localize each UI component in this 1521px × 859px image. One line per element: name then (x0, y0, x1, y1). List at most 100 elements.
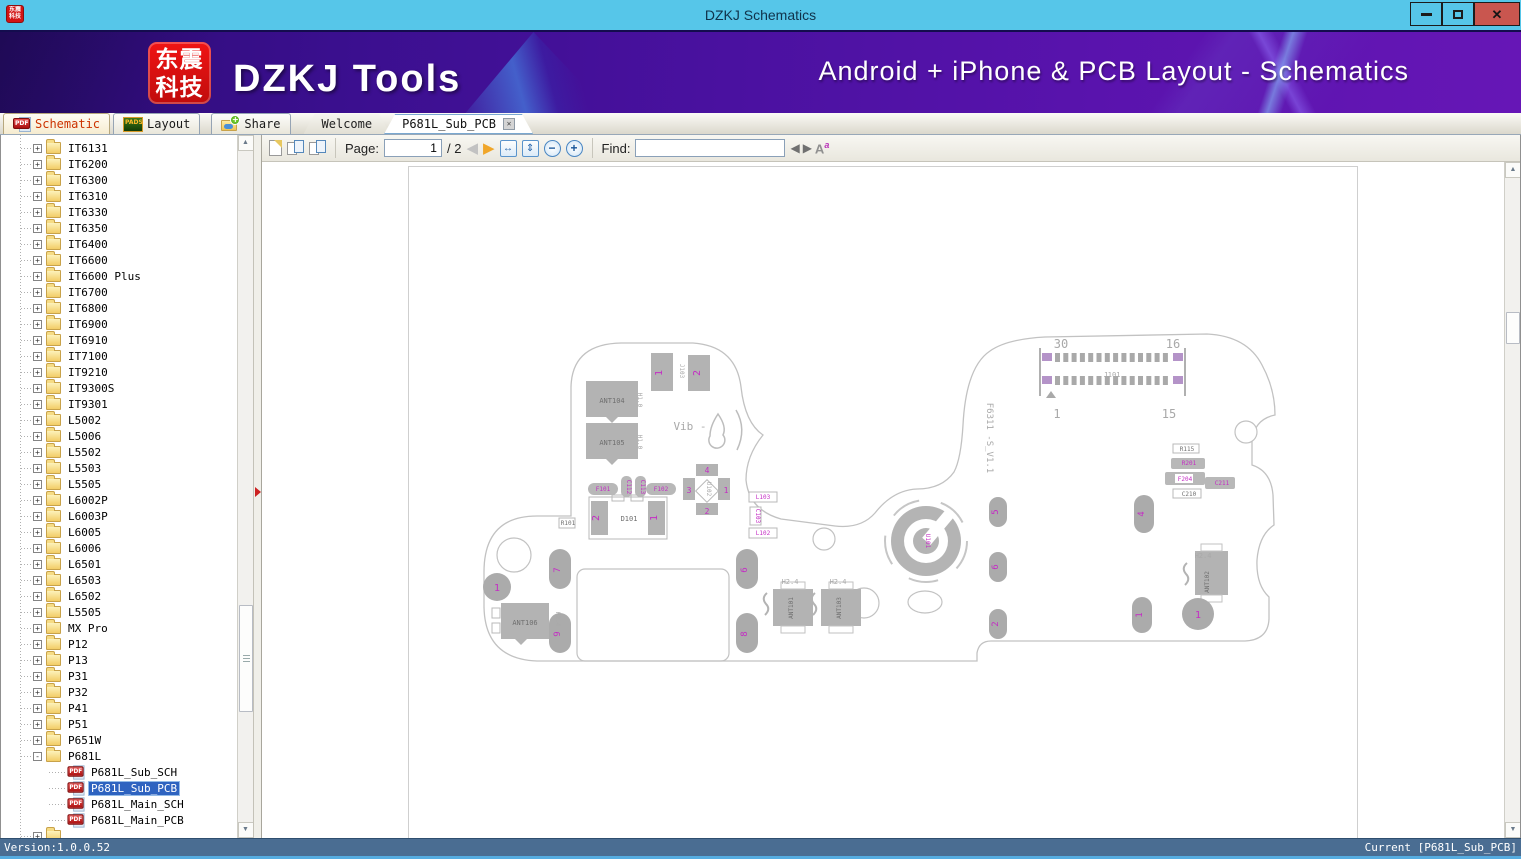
tree-item-folder[interactable]: + P12 (1, 635, 237, 652)
tab-schematic[interactable]: PDF Schematic (3, 113, 111, 134)
tree-item-folder[interactable]: + L5502 (1, 443, 237, 460)
tree-item-label[interactable]: IT6310 (66, 190, 110, 203)
doc-tab-welcome[interactable]: Welcome (304, 114, 391, 134)
tree-item-label[interactable]: L6006 (66, 542, 103, 555)
font-size-button[interactable]: Aa (815, 140, 829, 156)
tree-item-label[interactable]: P681L (66, 750, 103, 763)
tree-item-folder[interactable]: + IT6800 (1, 299, 237, 316)
expand-toggle-icon[interactable]: + (33, 271, 42, 281)
doc-tab-p681l-sub-pcb[interactable]: P681L_Sub_PCB ✕ (384, 114, 533, 134)
tree-item-folder[interactable]: + IT6700 (1, 283, 237, 300)
expand-toggle-icon[interactable]: + (33, 207, 42, 217)
scroll-up-button[interactable]: ▲ (237, 135, 254, 151)
tree-item-label[interactable]: L5503 (66, 462, 103, 475)
find-input[interactable] (635, 139, 786, 157)
tree-item-label[interactable]: MX Pro (66, 622, 110, 635)
expand-toggle-icon[interactable]: + (33, 191, 42, 201)
tree-item-folder[interactable]: + IT6600 (1, 251, 237, 268)
tree-item-label[interactable]: P681L_Main_SCH (89, 798, 186, 811)
tree-item-label[interactable]: P681L_Main_PCB (89, 814, 186, 827)
rotate-left-icon[interactable] (287, 140, 304, 156)
tree-item-label[interactable]: L6503 (66, 574, 103, 587)
tree-item-pdf[interactable]: PDF P681L_Sub_PCB (1, 780, 237, 796)
expand-toggle-icon[interactable]: + (33, 351, 42, 361)
tree-item-folder[interactable]: + L6503 (1, 571, 237, 588)
tree-item-label[interactable]: L6003P (66, 510, 110, 523)
tree-item-folder[interactable]: + P51 (1, 715, 237, 732)
pdf-page[interactable]: 30 16 J101 1 15 F6311 -S_V1.1 ANT104 H1.0 ANT105… (408, 166, 1358, 838)
tree-item-label[interactable]: P681L_Sub_SCH (89, 766, 179, 779)
tree-item-label[interactable]: IT6600 (66, 254, 110, 267)
tree-item-folder[interactable]: + IT9301 (1, 395, 237, 412)
tree-item-label[interactable]: IT6900 (66, 318, 110, 331)
collapse-arrow-icon[interactable] (255, 487, 261, 497)
document-scrollbar[interactable]: ▲ ▼ (1504, 162, 1520, 838)
fit-width-button[interactable]: ↔ (499, 139, 517, 157)
expand-toggle-icon[interactable]: + (33, 479, 42, 489)
tree-item-folder[interactable]: + IT6600 Plus (1, 267, 237, 284)
tree-item-label[interactable]: IT9300S (66, 382, 116, 395)
tree-item-folder[interactable]: + IT6330 (1, 203, 237, 220)
tree-item-folder[interactable]: + P32 (1, 683, 237, 700)
expand-toggle-icon[interactable]: + (33, 431, 42, 441)
tree-item-folder[interactable]: + L6005 (1, 523, 237, 540)
minimize-button[interactable] (1410, 2, 1442, 26)
scroll-down-button[interactable]: ▼ (237, 822, 254, 838)
tree-item-label[interactable]: IT6300 (66, 174, 110, 187)
tab-share[interactable]: + Share (211, 113, 291, 134)
document-area[interactable]: 30 16 J101 1 15 F6311 -S_V1.1 ANT104 H1.0 ANT105… (262, 162, 1520, 838)
expand-toggle-icon[interactable]: + (33, 159, 42, 169)
tree-item-label[interactable]: IT6800 (66, 302, 110, 315)
tree-item-label[interactable]: IT6910 (66, 334, 110, 347)
tree-item-label[interactable]: P51 (66, 718, 90, 731)
tree-item-label[interactable]: IT6350 (66, 222, 110, 235)
tree-item-pdf[interactable]: PDF P681L_Sub_SCH (1, 764, 237, 780)
zoom-in-button[interactable]: + (565, 139, 583, 157)
sidebar-splitter[interactable] (253, 135, 262, 838)
tree-item-label[interactable]: L5502 (66, 446, 103, 459)
fit-page-button[interactable]: ⇕ (521, 139, 539, 157)
rotate-right-icon[interactable] (309, 140, 326, 156)
expand-toggle-icon[interactable]: + (33, 495, 42, 505)
next-page-button[interactable]: ▶ (483, 141, 495, 156)
expand-toggle-icon[interactable]: + (33, 143, 42, 153)
tree-item-folder[interactable]: + MX Pro (1, 619, 237, 636)
tree-item-label[interactable]: P32 (66, 686, 90, 699)
tree-item-label[interactable]: L6005 (66, 526, 103, 539)
close-button[interactable]: ✕ (1474, 2, 1520, 26)
tree-item-label[interactable]: L5505 (66, 606, 103, 619)
tree-item-label[interactable]: IT6330 (66, 206, 110, 219)
find-prev-button[interactable]: ◀ (790, 141, 799, 155)
tree-item-folder[interactable]: + IT6200 (1, 155, 237, 172)
expand-toggle-icon[interactable]: + (33, 415, 42, 425)
tree-item-folder[interactable]: + L5002 (1, 411, 237, 428)
tree-item-folder[interactable]: + IT6900 (1, 315, 237, 332)
tree-item-folder[interactable]: + P651W (1, 731, 237, 748)
tree-item-folder[interactable]: + L6501 (1, 555, 237, 572)
scrollbar-thumb[interactable] (239, 605, 253, 712)
tree-item-folder[interactable]: + L6003P (1, 507, 237, 524)
expand-toggle-icon[interactable]: + (33, 303, 42, 313)
tree-item-label[interactable]: L6002P (66, 494, 110, 507)
expand-toggle-icon[interactable]: + (33, 255, 42, 265)
expand-toggle-icon[interactable]: + (33, 671, 42, 681)
tree-item-folder[interactable]: + L6502 (1, 587, 237, 604)
tree-item-folder[interactable]: + L5505 (1, 475, 237, 492)
tree-item-folder[interactable]: + P31 (1, 667, 237, 684)
scrollbar-thumb[interactable] (1506, 312, 1520, 344)
tree-item-label[interactable]: P13 (66, 654, 90, 667)
expand-toggle-icon[interactable]: + (33, 687, 42, 697)
expand-toggle-icon[interactable]: + (33, 575, 42, 585)
tree-item-label[interactable]: L6501 (66, 558, 103, 571)
expand-toggle-icon[interactable]: + (33, 175, 42, 185)
scroll-up-button[interactable]: ▲ (1505, 162, 1520, 178)
expand-toggle-icon[interactable]: + (33, 831, 42, 838)
tree-item-label[interactable]: IT6400 (66, 238, 110, 251)
expand-toggle-icon[interactable]: + (33, 527, 42, 537)
tree-item-label[interactable]: P31 (66, 670, 90, 683)
scroll-down-button[interactable]: ▼ (1505, 822, 1520, 838)
expand-toggle-icon[interactable]: + (33, 639, 42, 649)
expand-toggle-icon[interactable]: + (33, 559, 42, 569)
tree-item-folder[interactable]: + IT6400 (1, 235, 237, 252)
tree-item-folder[interactable]: + L5006 (1, 427, 237, 444)
